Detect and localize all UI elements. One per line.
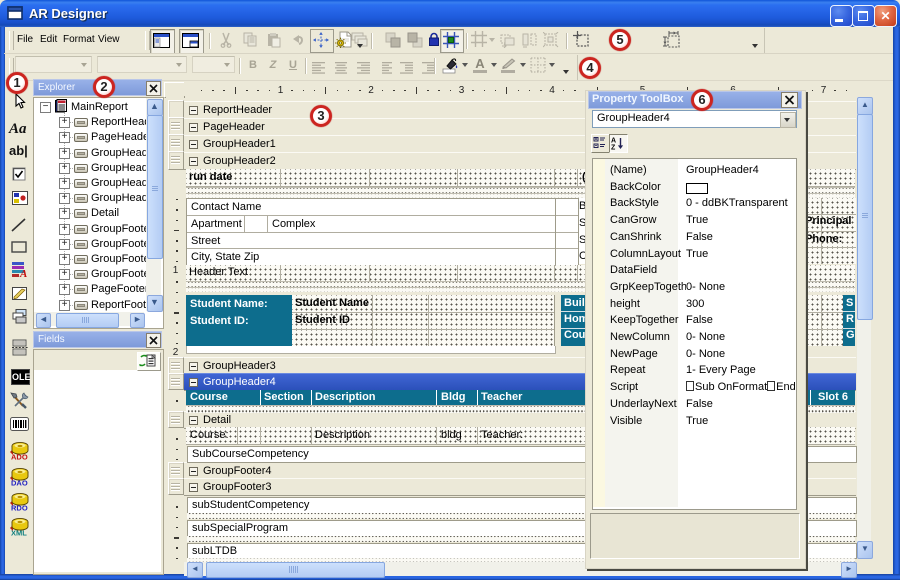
svg-text:ADO: ADO xyxy=(11,453,28,461)
svg-text:A: A xyxy=(19,268,27,277)
svg-text:XML: XML xyxy=(11,529,27,537)
svg-text:DAO: DAO xyxy=(11,479,28,487)
svg-text:RDO: RDO xyxy=(11,504,28,512)
svg-text:Z: Z xyxy=(611,145,616,151)
svg-text:A: A xyxy=(611,138,616,145)
